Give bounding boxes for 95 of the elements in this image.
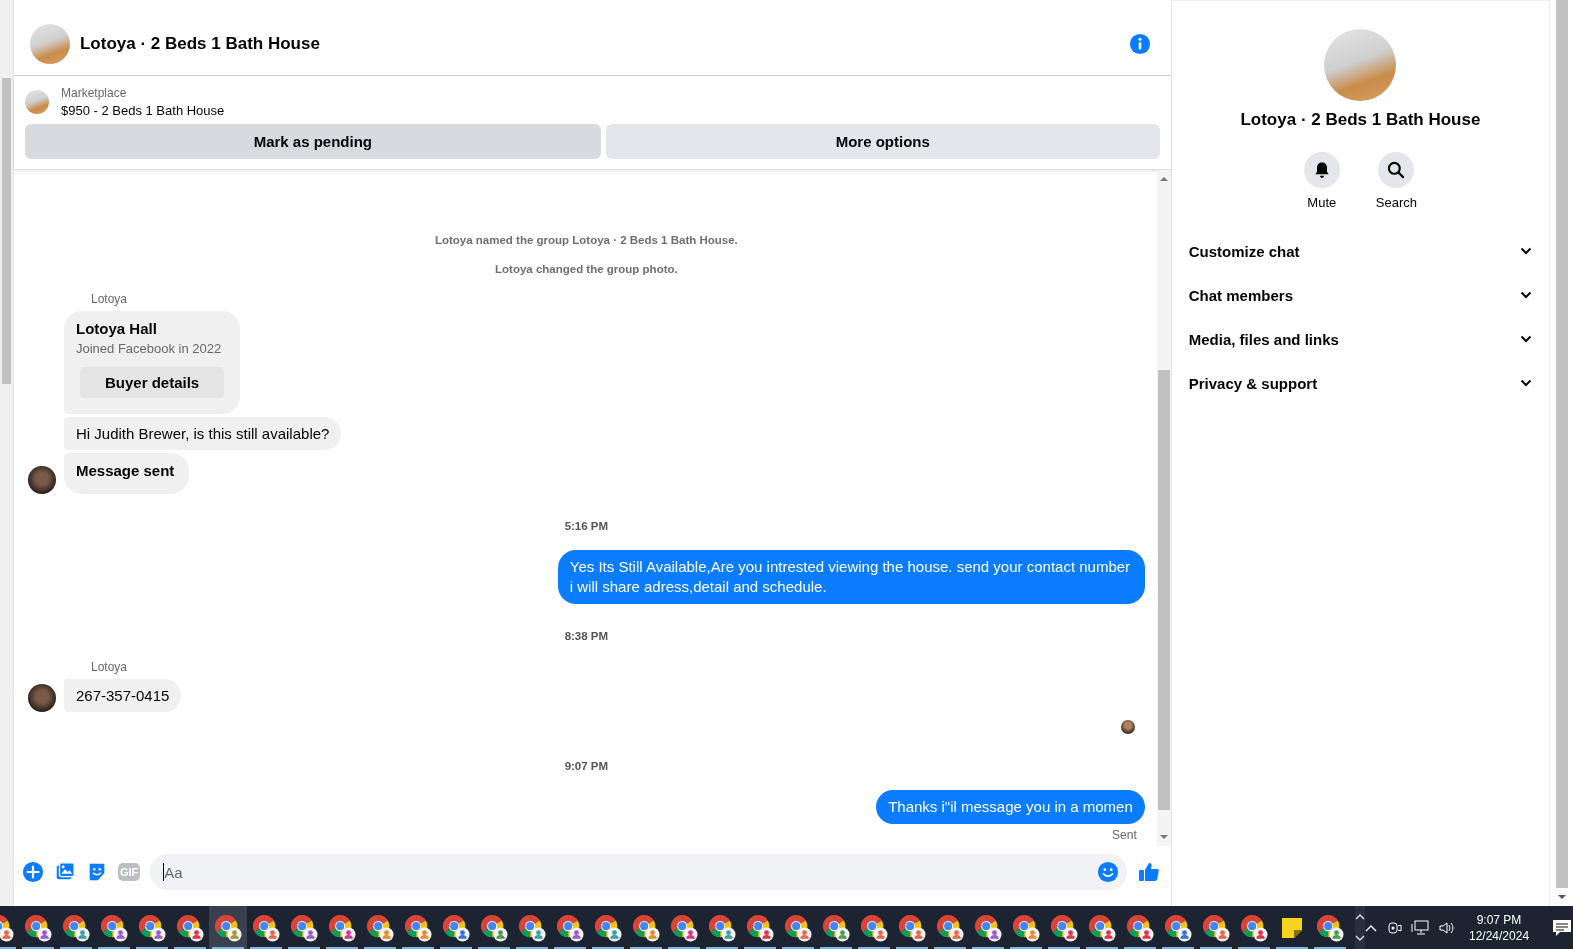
avatar: [27, 466, 56, 494]
browser-profile-icon: [556, 913, 584, 942]
sender-name: Lotoya: [90, 660, 128, 674]
chevron-icon: [1520, 291, 1533, 299]
browser-profile-icon: [898, 913, 926, 942]
browser-profile-icon: [1164, 913, 1192, 942]
browser-profile-icon: [328, 913, 356, 942]
browser-profile-icon: [1012, 913, 1040, 942]
chat-scrollbar[interactable]: [1156, 170, 1171, 846]
browser-profile-icon: [366, 913, 394, 942]
sender-name: Lotoya: [90, 292, 128, 306]
browser-profile-icon: [100, 913, 128, 942]
listing-title[interactable]: $950 - 2 Beds 1 Bath House: [60, 103, 225, 118]
chevron-up-icon[interactable]: [1365, 923, 1377, 932]
section-header[interactable]: Chat members: [1171, 273, 1550, 317]
received-message-bubble: Hi Judith Brewer, is this still available?: [63, 417, 342, 450]
browser-profile-icon: [860, 913, 888, 942]
clock-time: 9:07 PM: [1476, 911, 1522, 928]
read-receipt-avatar: [1120, 720, 1135, 734]
browser-profile-icon: [518, 913, 546, 942]
browser-profile-icon: [62, 913, 90, 942]
network-icon[interactable]: [1411, 919, 1429, 936]
browser-profile-icon: [974, 913, 1002, 942]
group-photo: [29, 23, 70, 64]
browser-profile-icon: [176, 913, 204, 942]
browser-profile-icon: [24, 913, 52, 942]
listing-action-button[interactable]: Mark as pending: [24, 124, 601, 159]
taskbar-app-button[interactable]: [209, 906, 247, 949]
chat-title: Lotoya · 2 Beds 1 Bath House: [79, 33, 321, 54]
mute-button[interactable]: [1303, 152, 1340, 188]
browser-profile-icon: [708, 913, 736, 942]
avatar: [27, 684, 56, 712]
browser-profile-icon: [252, 913, 280, 942]
timestamp: 5:16 PM: [563, 520, 610, 532]
browser-profile-icon: [1050, 913, 1078, 942]
sticky-note-icon: [1280, 915, 1304, 940]
clock[interactable]: 9:07 PM 12/24/2024: [1469, 911, 1530, 944]
like-icon[interactable]: [1136, 860, 1161, 884]
received-message-bubble: Message sent: [63, 453, 190, 494]
section-header[interactable]: Customize chat: [1171, 229, 1550, 273]
clock-date: 12/24/2024: [1469, 927, 1530, 944]
browser-profile-icon: [1088, 913, 1116, 942]
page-scrollbar[interactable]: [0, 0, 13, 906]
browser-profile-icon: [442, 913, 470, 942]
browser-profile-icon: [822, 913, 850, 942]
browser-profile-icon: [1126, 913, 1154, 942]
browser-profile-icon: [290, 913, 318, 942]
listing-action-button[interactable]: More options: [605, 124, 1160, 159]
received-message-bubble: 267-357-0415: [63, 679, 182, 712]
chevron-icon: [1520, 247, 1533, 255]
browser-profile-icon: [404, 913, 432, 942]
browser-profile-icon: [670, 913, 698, 942]
browser-profile-icon: [1316, 913, 1344, 942]
browser-profile-icon: [1240, 913, 1268, 942]
chevron-icon: [1520, 335, 1533, 343]
action-label: Mute: [1307, 195, 1337, 210]
scroll-down-arrow-icon[interactable]: [1159, 834, 1168, 840]
sent-message-bubble: Thanks i"il message you in a momen: [876, 790, 1145, 824]
listing-photo: [24, 90, 49, 114]
camera-icon[interactable]: [1386, 919, 1402, 936]
notifications-icon[interactable]: [1552, 918, 1573, 937]
browser-profile-icon: [936, 913, 964, 942]
browser-profile-icon: [214, 913, 242, 942]
timestamp: 8:38 PM: [563, 630, 610, 642]
browser-profile-icon: [746, 913, 774, 942]
buyer-details-button[interactable]: Buyer details: [79, 367, 225, 398]
message-input[interactable]: Aa: [150, 854, 1127, 890]
delivery-status: Sent: [1112, 828, 1137, 842]
browser-profile-icon: [594, 913, 622, 942]
browser-profile-icon: [1202, 913, 1230, 942]
chevron-icon: [1520, 379, 1533, 387]
browser-profile-icon: [480, 913, 508, 942]
buyer-name: Lotoya Hall: [75, 320, 157, 337]
taskbar-scroll-arrows[interactable]: [1355, 906, 1365, 949]
browser-profile-icon: [632, 913, 660, 942]
system-message: Lotoya changed the group photo.: [494, 263, 679, 275]
system-message: Lotoya named the group Lotoya · 2 Beds 1 Bath House.: [433, 234, 739, 246]
action-label: Search: [1375, 195, 1417, 210]
search-button[interactable]: [1378, 152, 1415, 188]
timestamp: 9:07 PM: [563, 760, 610, 772]
listing-label: Marketplace: [60, 86, 128, 100]
scroll-up-arrow-icon[interactable]: [1159, 176, 1168, 182]
browser-profile-icon: [138, 913, 166, 942]
browser-profile-icon: [784, 913, 812, 942]
group-name: Lotoya · 2 Beds 1 Bath House: [1240, 110, 1481, 130]
section-header[interactable]: Media, files and links: [1171, 317, 1550, 361]
search-icon: [1386, 160, 1407, 180]
buyer-joined: Joined Facebook in 2022: [75, 341, 222, 356]
info-icon[interactable]: [1128, 32, 1151, 55]
volume-icon[interactable]: [1438, 919, 1456, 936]
section-header[interactable]: Privacy & support: [1171, 361, 1550, 405]
emoji-icon[interactable]: [1096, 861, 1119, 883]
scroll-down-arrow-icon[interactable]: [1557, 894, 1566, 900]
sent-message-bubble: Yes Its Still Available,Are you intrested viewing the house. send your contact number i will share adress,detail and schedule.: [557, 550, 1145, 604]
add-icon[interactable]: [21, 861, 44, 883]
